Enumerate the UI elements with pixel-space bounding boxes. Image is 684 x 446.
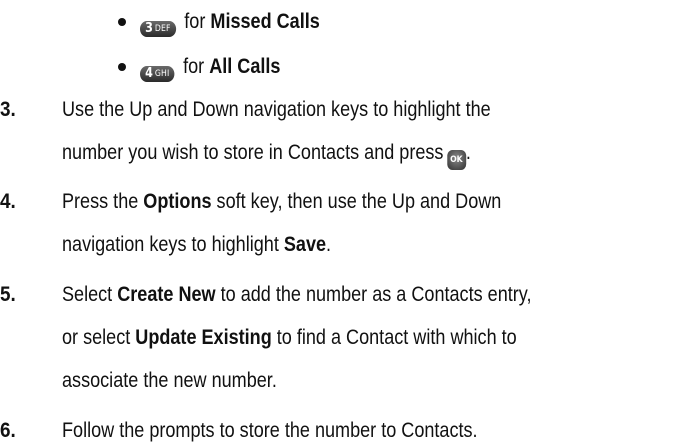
step-text-line: navigation keys to highlight Save.	[62, 233, 332, 256]
bullet-bold-label: All Calls	[209, 55, 281, 78]
bullet-dot	[118, 18, 126, 26]
keypad-3-icon: 3 DEF	[140, 21, 176, 37]
step-number: 4.	[0, 190, 16, 213]
step-text-line: Follow the prompts to store the number t…	[62, 419, 478, 442]
bullet-item-all-calls: 4 GHI for All Calls	[140, 54, 280, 82]
step-text-line: Press the Options soft key, then use the…	[62, 190, 502, 213]
ok-key-icon: OK	[446, 150, 466, 170]
step-text-line: Use the Up and Down navigation keys to h…	[62, 98, 491, 121]
bullet-prefix: for	[183, 55, 205, 78]
step-text-line: associate the new number.	[62, 369, 277, 392]
step-number: 6.	[0, 419, 16, 442]
step-number: 3.	[0, 98, 16, 121]
step-number: 5.	[0, 283, 16, 306]
bullet-item-missed-calls: 3 DEF for Missed Calls	[140, 9, 320, 37]
bullet-bold-label: Missed Calls	[210, 10, 320, 33]
step-text-line: number you wish to store in Contacts and…	[62, 140, 471, 170]
step-text-line: Select Create New to add the number as a…	[62, 283, 532, 306]
instruction-page: 3 DEF for Missed Calls 4 GHI for All Calls…	[0, 0, 684, 446]
keypad-4-icon: 4 GHI	[140, 66, 175, 82]
bullet-prefix: for	[184, 10, 206, 33]
bullet-dot	[118, 63, 126, 71]
step-text-line: or select Update Existing to find a Cont…	[62, 326, 517, 349]
